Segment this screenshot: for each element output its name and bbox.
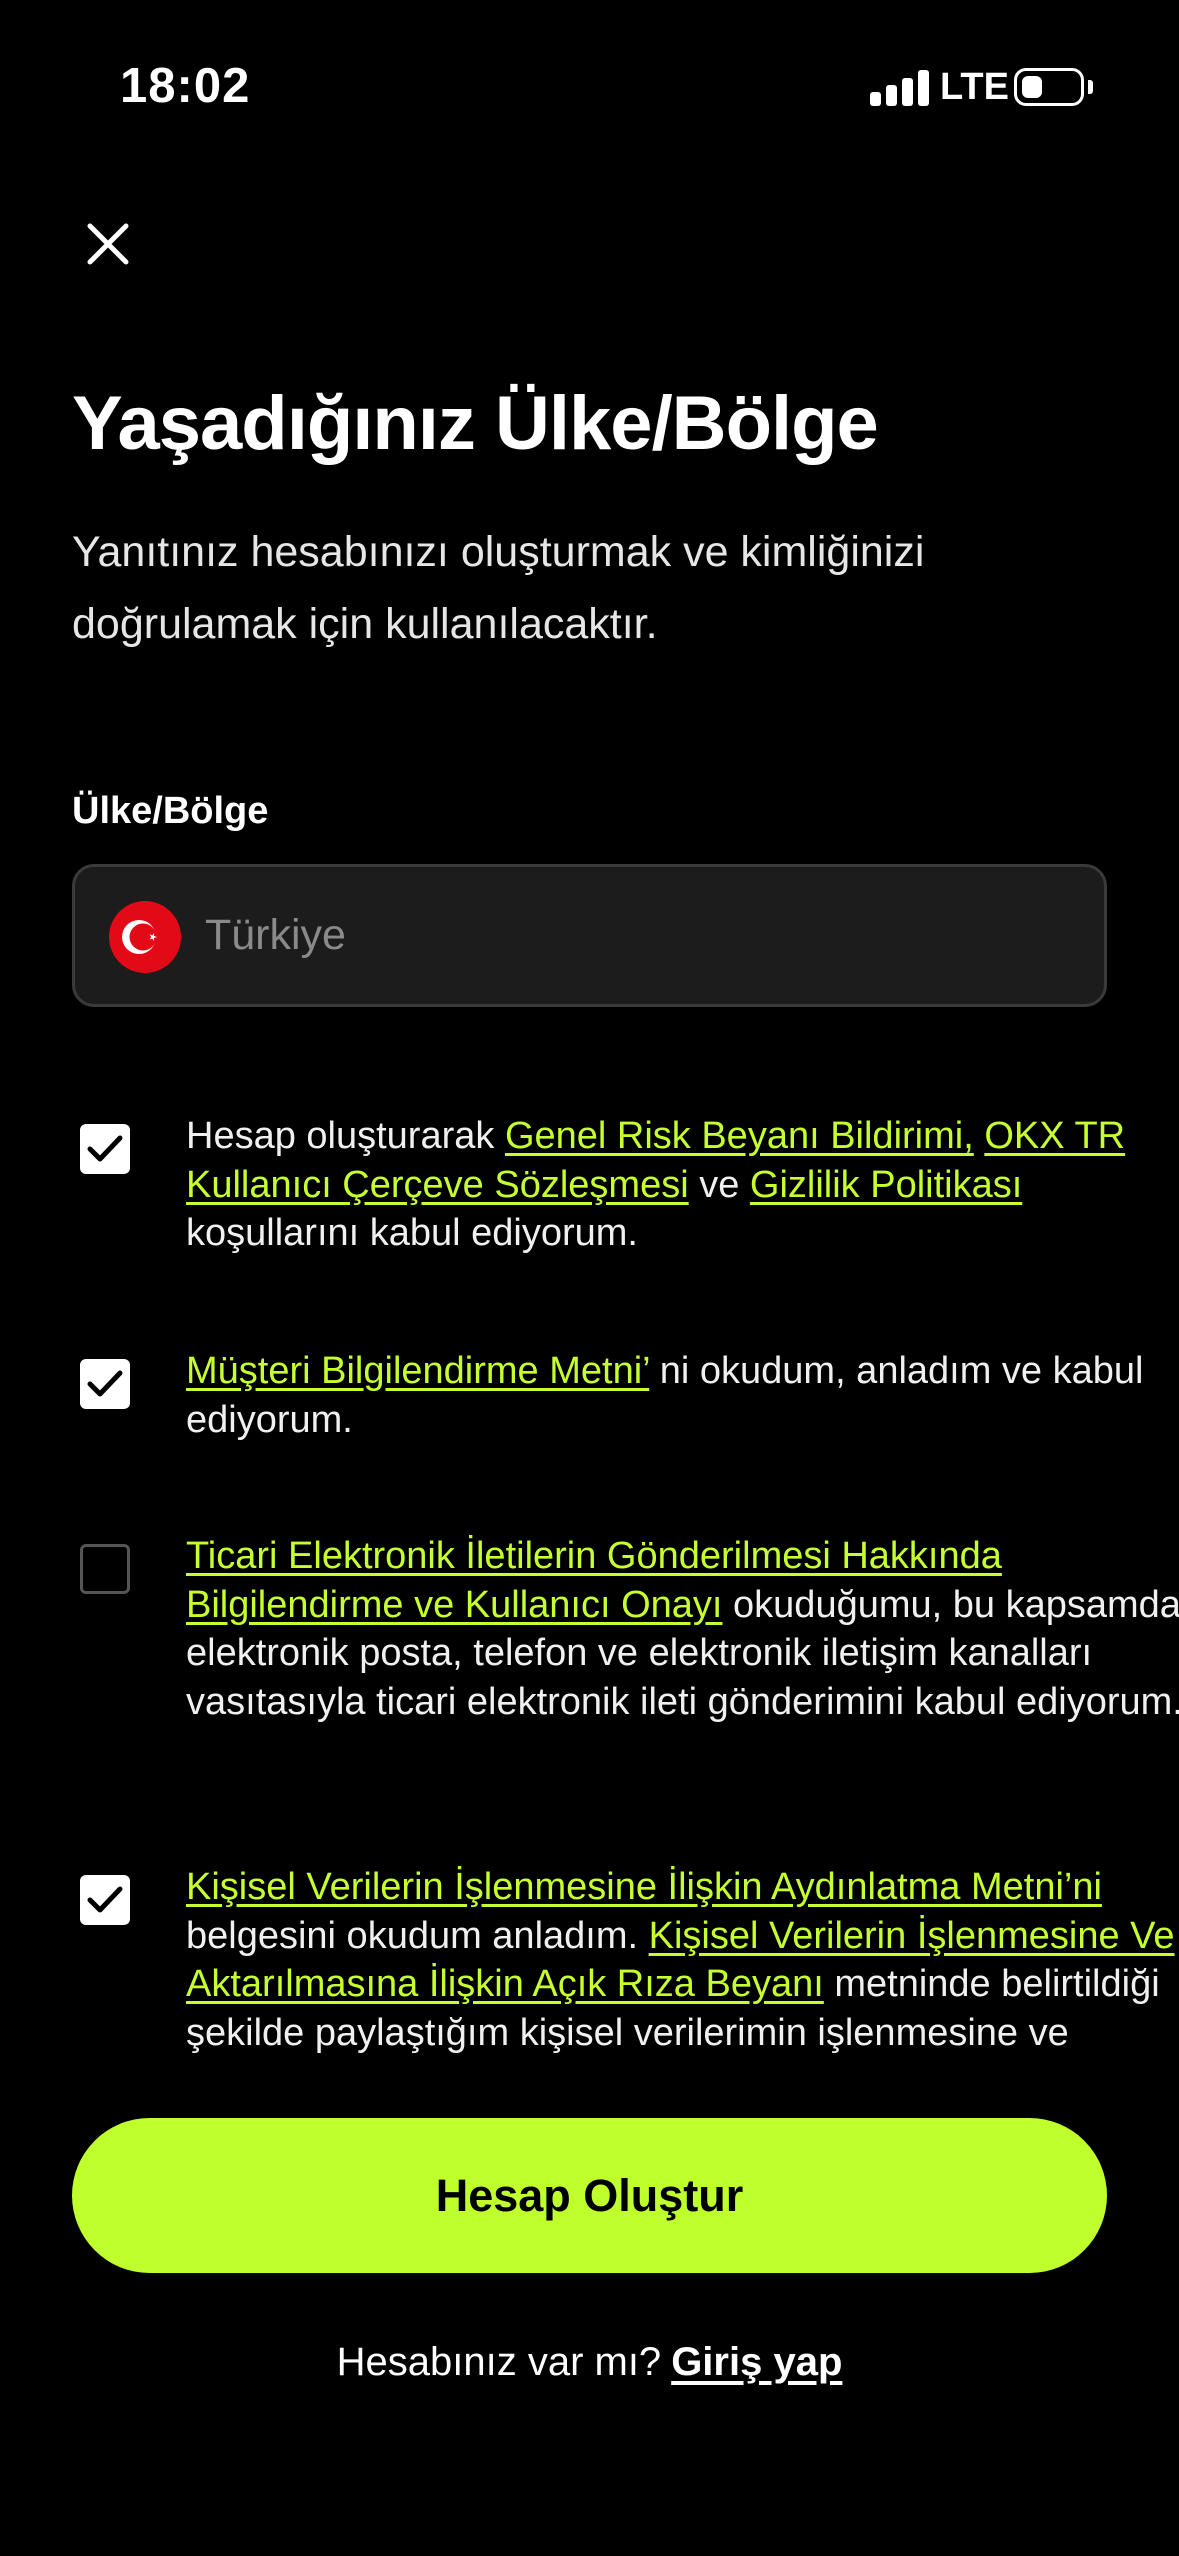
page-subtitle: Yanıtınız hesabınızı oluşturmak ve kimli… <box>72 528 925 648</box>
create-account-button[interactable]: Hesap Oluştur <box>72 2118 1107 2273</box>
battery-tip <box>1088 80 1093 94</box>
country-select[interactable]: Türkiye <box>72 864 1107 1007</box>
country-field-label: Ülke/Bölge <box>72 790 269 832</box>
commercial-messages-checkbox[interactable] <box>80 1544 130 1594</box>
login-link[interactable]: Giriş yap <box>671 2340 842 2384</box>
login-row: Hesabınız var mı? Giriş yap <box>0 2340 1179 2385</box>
consent-text: Hesap oluşturarak Genel Risk Beyanı Bild… <box>186 1112 1179 1258</box>
consent-text-segment: ve <box>688 1163 750 1206</box>
consent-text: Kişisel Verilerin İşlenmesine İlişkin Ay… <box>186 1863 1179 2057</box>
terms-checkbox[interactable] <box>80 1124 130 1174</box>
status-time: 18:02 <box>120 59 251 113</box>
checkmark-icon <box>87 1370 123 1397</box>
login-prompt: Hesabınız var mı? <box>336 2340 662 2384</box>
customer-info-checkbox[interactable] <box>80 1359 130 1409</box>
consent-text-segment: belgesini okudum anladım. <box>186 1914 649 1957</box>
status-bar: 18:02 LTE <box>0 0 1179 180</box>
consent-text: Müşteri Bilgilendirme Metni’ ni okudum, … <box>186 1347 1179 1444</box>
risk-disclosure-link[interactable]: Genel Risk Beyanı Bildirimi, <box>505 1115 974 1157</box>
consent-text-segment: Hesap oluşturarak <box>186 1115 505 1157</box>
battery-icon <box>1014 68 1084 106</box>
checkmark-icon <box>87 1135 123 1162</box>
turkey-flag-icon <box>109 901 181 973</box>
customer-info-link[interactable]: Müşteri Bilgilendirme Metni’ <box>186 1350 649 1392</box>
close-button[interactable] <box>70 206 146 282</box>
personal-data-checkbox[interactable] <box>80 1875 130 1925</box>
checkmark-icon <box>87 1886 123 1913</box>
data-clarification-link[interactable]: Kişisel Verilerin İşlenmesine İlişkin Ay… <box>186 1866 1102 1908</box>
cellular-signal-icon <box>870 70 930 106</box>
consent-list[interactable]: Hesap oluşturarak Genel Risk Beyanı Bild… <box>0 1060 1179 2080</box>
page-title: Yaşadığınız Ülke/Bölge <box>72 381 879 466</box>
privacy-policy-link[interactable]: Gizlilik Politikası <box>750 1164 1022 1206</box>
network-type: LTE <box>940 66 1009 108</box>
consent-text-segment <box>974 1115 985 1157</box>
country-value: Türkiye <box>205 911 346 959</box>
consent-text: Ticari Elektronik İletilerin Gönderilmes… <box>186 1532 1179 1726</box>
consent-text-segment: koşullarını kabul ediyorum. <box>186 1212 638 1254</box>
close-icon <box>87 223 129 265</box>
